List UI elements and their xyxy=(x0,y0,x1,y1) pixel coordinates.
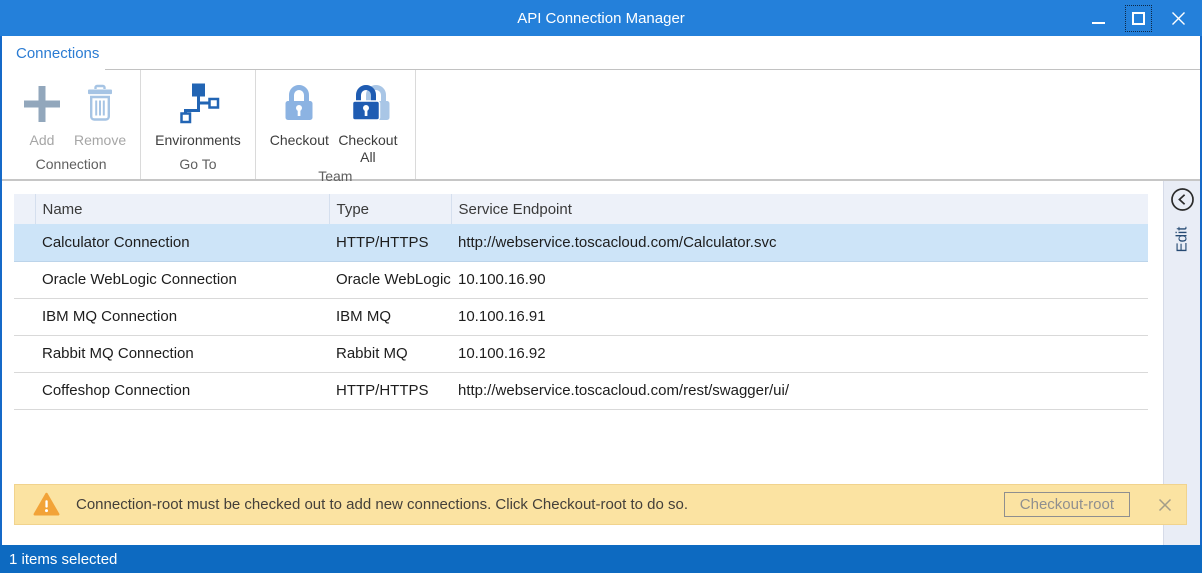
row-endpoint-cell: 10.100.16.92 xyxy=(451,335,1148,372)
banner-close-button[interactable] xyxy=(1158,498,1172,512)
table-row[interactable]: Rabbit MQ Connection Rabbit MQ 10.100.16… xyxy=(14,335,1148,372)
lock-all-icon xyxy=(346,82,390,126)
add-label: Add xyxy=(30,132,55,149)
title-bar: API Connection Manager xyxy=(0,0,1202,36)
row-name-cell: Coffeshop Connection xyxy=(35,372,329,409)
table-row[interactable]: Calculator Connection HTTP/HTTPS http://… xyxy=(14,224,1148,261)
group-label-connection: Connection xyxy=(2,154,140,179)
warning-banner: Connection-root must be checked out to a… xyxy=(14,484,1187,525)
connection-table: Name Type Service Endpoint Calculator Co… xyxy=(14,194,1148,410)
window-title: API Connection Manager xyxy=(517,10,685,27)
group-label-goto: Go To xyxy=(141,154,255,179)
row-type-cell: HTTP/HTTPS xyxy=(329,224,451,261)
row-type-cell: Rabbit MQ xyxy=(329,335,451,372)
maximize-icon xyxy=(1132,12,1145,25)
table-row[interactable]: IBM MQ Connection IBM MQ 10.100.16.91 xyxy=(14,298,1148,335)
status-text: 1 items selected xyxy=(9,551,117,568)
minimize-button[interactable] xyxy=(1078,0,1118,36)
expand-panel-button[interactable] xyxy=(1170,187,1195,217)
ribbon-group-connection: Add Remove Connection xyxy=(2,70,141,179)
close-icon xyxy=(1158,498,1172,512)
row-endpoint-cell: http://webservice.toscacloud.com/Calcula… xyxy=(451,224,1148,261)
row-selector-cell xyxy=(14,372,35,409)
tab-connections[interactable]: Connections xyxy=(2,36,105,70)
ribbon-tab-bar: Connections xyxy=(2,36,1200,70)
row-type-cell: Oracle WebLogic xyxy=(329,261,451,298)
row-selector-cell xyxy=(14,224,35,261)
column-header-selector[interactable] xyxy=(14,194,35,224)
row-selector-cell xyxy=(14,298,35,335)
close-button[interactable] xyxy=(1158,0,1198,36)
minimize-icon xyxy=(1092,22,1105,24)
checkout-all-button[interactable]: Checkout All xyxy=(335,76,401,166)
focus-outline xyxy=(1125,5,1152,32)
remove-label: Remove xyxy=(74,132,126,149)
environments-button[interactable]: Environments xyxy=(155,76,241,149)
maximize-button[interactable] xyxy=(1118,0,1158,36)
add-button[interactable]: Add xyxy=(16,76,68,149)
table-header-row: Name Type Service Endpoint xyxy=(14,194,1148,224)
row-type-cell: IBM MQ xyxy=(329,298,451,335)
ribbon-group-team: Checkout Checkout All xyxy=(256,70,416,179)
plus-icon xyxy=(20,82,64,126)
table-row[interactable]: Coffeshop Connection HTTP/HTTPS http://w… xyxy=(14,372,1148,409)
row-selector-cell xyxy=(14,261,35,298)
row-endpoint-cell: http://webservice.toscacloud.com/rest/sw… xyxy=(451,372,1148,409)
app-window: API Connection Manager Connections xyxy=(0,0,1202,573)
row-name-cell: Rabbit MQ Connection xyxy=(35,335,329,372)
row-endpoint-cell: 10.100.16.90 xyxy=(451,261,1148,298)
row-name-cell: Calculator Connection xyxy=(35,224,329,261)
environments-label: Environments xyxy=(155,132,241,149)
warning-icon xyxy=(33,492,60,517)
checkout-root-button[interactable]: Checkout-root xyxy=(1004,492,1130,517)
lock-icon xyxy=(277,82,321,126)
row-name-cell: Oracle WebLogic Connection xyxy=(35,261,329,298)
row-type-cell: HTTP/HTTPS xyxy=(329,372,451,409)
ribbon: Add Remove Connection xyxy=(2,70,1200,181)
row-endpoint-cell: 10.100.16.91 xyxy=(451,298,1148,335)
checkout-button[interactable]: Checkout xyxy=(270,76,329,149)
collapse-chevron-icon xyxy=(1170,187,1195,212)
table-row[interactable]: Oracle WebLogic Connection Oracle WebLog… xyxy=(14,261,1148,298)
ribbon-group-goto: Environments Go To xyxy=(141,70,256,179)
column-header-endpoint[interactable]: Service Endpoint xyxy=(451,194,1148,224)
row-selector-cell xyxy=(14,335,35,372)
environments-icon xyxy=(176,82,220,126)
checkout-all-label: Checkout All xyxy=(335,132,401,166)
close-icon xyxy=(1171,11,1186,26)
row-name-cell: IBM MQ Connection xyxy=(35,298,329,335)
remove-button[interactable]: Remove xyxy=(74,76,126,149)
column-header-type[interactable]: Type xyxy=(329,194,451,224)
column-header-name[interactable]: Name xyxy=(35,194,329,224)
main-content: Name Type Service Endpoint Calculator Co… xyxy=(2,181,1200,545)
trash-icon xyxy=(78,82,122,126)
status-bar: 1 items selected xyxy=(0,545,1202,573)
checkout-label: Checkout xyxy=(270,132,329,149)
edit-panel-label[interactable]: Edit xyxy=(1173,227,1190,253)
warning-message: Connection-root must be checked out to a… xyxy=(76,496,1004,513)
connection-table-body: Calculator Connection HTTP/HTTPS http://… xyxy=(14,224,1148,409)
window-controls xyxy=(1078,0,1198,36)
